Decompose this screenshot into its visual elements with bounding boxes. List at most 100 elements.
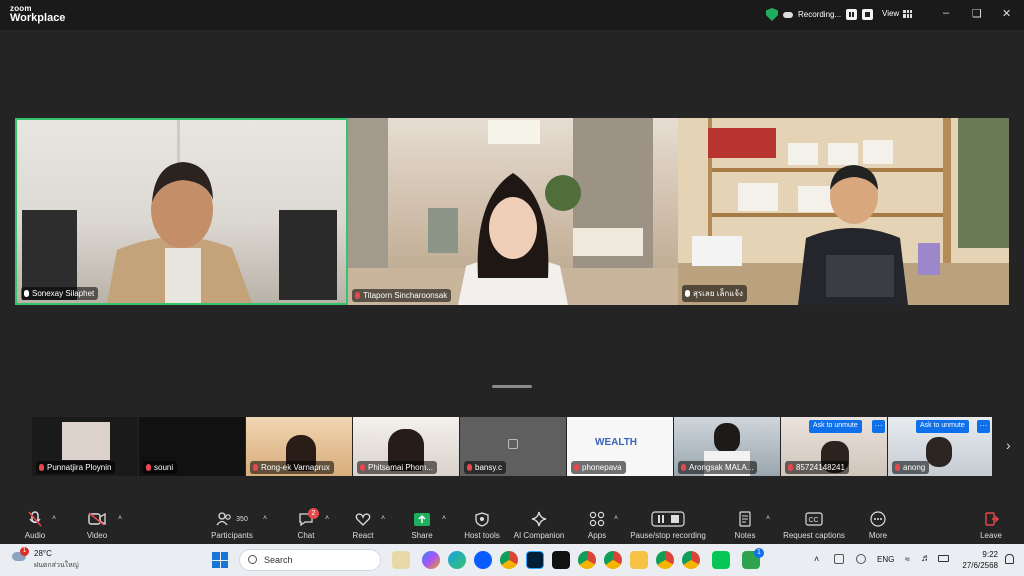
line-icon[interactable] bbox=[712, 551, 730, 569]
chrome-profile-icon[interactable] bbox=[656, 551, 674, 569]
mic-muted-icon bbox=[360, 464, 365, 471]
strip-tile[interactable]: WEALTH phonepava bbox=[567, 417, 673, 476]
apps-caret-icon[interactable]: ˄ bbox=[614, 515, 618, 522]
mic-muted-icon bbox=[146, 464, 151, 471]
battery-icon[interactable] bbox=[938, 555, 949, 562]
notification-bell-icon[interactable] bbox=[1005, 554, 1014, 564]
mic-muted-icon bbox=[895, 464, 900, 471]
strip-tile[interactable]: bansy.c bbox=[460, 417, 566, 476]
close-icon[interactable]: ✕ bbox=[1002, 7, 1011, 20]
tray-icon[interactable] bbox=[856, 554, 866, 564]
zoom-app-icon[interactable] bbox=[474, 551, 492, 569]
brand-bottom: Workplace bbox=[10, 12, 66, 24]
copilot-icon[interactable] bbox=[422, 551, 440, 569]
ai-companion-button[interactable]: AI Companion bbox=[512, 510, 566, 540]
photoshop-icon[interactable] bbox=[526, 551, 544, 569]
video-tile-2[interactable]: Titaporn Sincharoonsak bbox=[348, 118, 678, 305]
weather-desc: ฝนตกส่วนใหญ่ bbox=[34, 562, 79, 569]
participants-caret-icon[interactable]: ˄ bbox=[263, 515, 267, 522]
pause-stop-recording-button[interactable]: Pause/stop recording bbox=[628, 510, 708, 540]
react-caret-icon[interactable]: ˄ bbox=[381, 515, 385, 522]
apps-button[interactable]: Apps bbox=[584, 510, 610, 540]
recording-label: Recording... bbox=[798, 10, 842, 19]
chat-caret-icon[interactable]: ˄ bbox=[325, 515, 329, 522]
stop-recording-button[interactable] bbox=[862, 9, 874, 20]
ask-to-unmute-button[interactable]: Ask to unmute bbox=[809, 420, 862, 433]
react-label: React bbox=[352, 531, 374, 540]
tray-chevron-icon[interactable]: ˄ bbox=[814, 554, 819, 564]
meeting-toolbar: Audio ˄ Video ˄ 350 Participants ˄ 2 Cha… bbox=[0, 504, 1024, 544]
video-tile-3[interactable]: สุรเลย เล็กแจ้ง bbox=[678, 118, 1009, 305]
wifi-icon[interactable]: ≈ bbox=[905, 554, 910, 564]
language-indicator[interactable]: ENG bbox=[877, 555, 894, 564]
chrome-icon[interactable] bbox=[500, 551, 518, 569]
strip-tile[interactable]: Ask to unmute ··· anong bbox=[888, 417, 992, 476]
strip-tile[interactable]: Phitsamai Phom... bbox=[353, 417, 459, 476]
windows-taskbar: 1 28°C ฝนตกส่วนใหญ่ Search 1 ˄ ENG ≈ ♬ 9… bbox=[0, 544, 1024, 576]
participants-button[interactable]: 350 Participants bbox=[206, 510, 258, 540]
participant-name-pill: สุรเลย เล็กแจ้ง bbox=[682, 285, 747, 302]
apps-icon bbox=[589, 511, 605, 527]
mic-muted-icon bbox=[253, 464, 258, 471]
strip-tile[interactable]: Arongsak MALA... bbox=[674, 417, 780, 476]
audio-caret-icon[interactable]: ˄ bbox=[52, 515, 56, 522]
video-button[interactable]: Video bbox=[82, 510, 112, 540]
request-captions-button[interactable]: CC Request captions bbox=[782, 510, 846, 540]
participant-strip: Punnatjira Ploynin souni Rong-ek Varnapr… bbox=[32, 417, 992, 476]
strip-tile[interactable]: Ask to unmute ··· 85724148241 bbox=[781, 417, 887, 476]
grid-view-icon bbox=[903, 9, 913, 18]
cc-icon: CC bbox=[805, 512, 823, 526]
video-caret-icon[interactable]: ˄ bbox=[118, 515, 122, 522]
strip-tile[interactable]: souni bbox=[139, 417, 245, 476]
participant-name: bansy.c bbox=[475, 463, 502, 472]
edge-icon[interactable] bbox=[448, 551, 466, 569]
splitter-handle[interactable] bbox=[492, 385, 532, 388]
strip-tile[interactable]: Rong-ek Varnaprux bbox=[246, 417, 352, 476]
ask-to-unmute-button[interactable]: Ask to unmute bbox=[916, 420, 969, 433]
start-button[interactable] bbox=[212, 552, 228, 568]
video-tile-1[interactable]: Sonexay Silaphet bbox=[15, 118, 348, 305]
more-label: More bbox=[868, 531, 888, 540]
strip-next-icon[interactable]: › bbox=[1006, 437, 1011, 453]
participant-name: Phitsamai Phom... bbox=[368, 463, 433, 472]
date: 27/6/2568 bbox=[962, 561, 998, 570]
taskbar-search[interactable]: Search bbox=[239, 549, 381, 571]
app-icon[interactable] bbox=[392, 551, 410, 569]
chrome-profile-icon[interactable] bbox=[578, 551, 596, 569]
apps-label: Apps bbox=[587, 531, 607, 540]
more-options-button[interactable]: ··· bbox=[872, 420, 885, 433]
file-explorer-icon[interactable] bbox=[630, 551, 648, 569]
avatar bbox=[926, 437, 952, 467]
participant-name: Arongsak MALA... bbox=[689, 463, 754, 472]
minimize-icon[interactable]: – bbox=[943, 7, 949, 19]
pause-recording-button[interactable] bbox=[846, 9, 858, 20]
tiktok-icon[interactable] bbox=[552, 551, 570, 569]
notes-caret-icon[interactable]: ˄ bbox=[766, 515, 770, 522]
participant-name: anong bbox=[903, 463, 926, 472]
tray-icon[interactable] bbox=[834, 554, 844, 564]
share-caret-icon[interactable]: ˄ bbox=[442, 515, 446, 522]
volume-icon[interactable]: ♬ bbox=[921, 553, 931, 564]
strip-tile[interactable]: Punnatjira Ploynin bbox=[32, 417, 138, 476]
security-shield-icon[interactable] bbox=[766, 8, 778, 21]
more-options-button[interactable]: ··· bbox=[977, 420, 990, 433]
host-tools-button[interactable]: Host tools bbox=[460, 510, 504, 540]
share-button[interactable]: Share bbox=[408, 510, 436, 540]
leave-button[interactable]: Leave bbox=[978, 510, 1004, 540]
maximize-icon[interactable]: ❏ bbox=[972, 7, 982, 20]
clock[interactable]: 9:22 27/6/2568 bbox=[960, 549, 998, 571]
more-button[interactable]: More bbox=[864, 510, 892, 540]
leave-icon bbox=[985, 512, 999, 526]
more-icon bbox=[870, 511, 886, 527]
participant-name-pill: anong bbox=[892, 461, 930, 474]
audio-button[interactable]: Audio bbox=[18, 510, 52, 540]
chrome-profile-icon[interactable] bbox=[682, 551, 700, 569]
notes-button[interactable]: Notes bbox=[732, 510, 758, 540]
view-button[interactable]: View bbox=[882, 9, 913, 18]
chrome-profile-icon[interactable] bbox=[604, 551, 622, 569]
video-label: Video bbox=[86, 531, 108, 540]
react-button[interactable]: React bbox=[350, 510, 376, 540]
chat-button[interactable]: 2 Chat bbox=[293, 508, 319, 540]
search-placeholder: Search bbox=[264, 555, 293, 565]
view-label: View bbox=[882, 9, 900, 18]
